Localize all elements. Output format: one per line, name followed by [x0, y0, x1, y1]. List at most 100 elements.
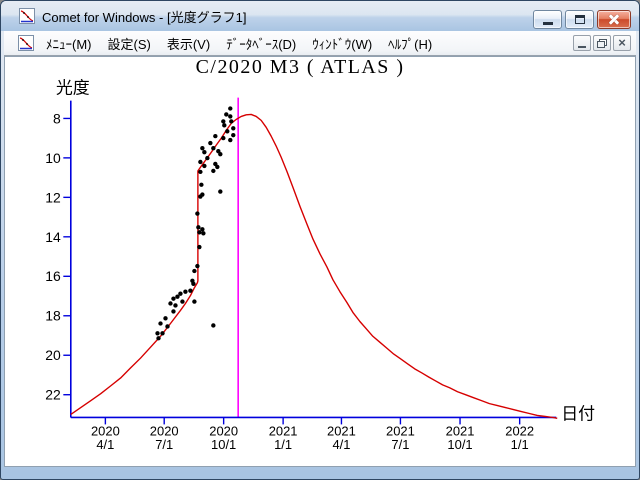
y-tick-label: 22 — [45, 387, 61, 403]
observation-point — [231, 126, 236, 131]
observation-point — [195, 211, 200, 216]
observation-point — [163, 316, 168, 321]
observation-point — [211, 168, 216, 174]
mdi-buttons: × — [573, 35, 631, 51]
observation-point — [197, 244, 202, 250]
window-title: Comet for Windows - [光度グラフ1] — [42, 9, 247, 25]
maximize-button[interactable] — [565, 10, 594, 29]
observation-point — [196, 225, 201, 230]
observation-point — [221, 135, 226, 141]
x-axis-name: 日付 — [561, 405, 595, 424]
observation-point — [205, 155, 210, 161]
mdi-minimize-icon — [578, 46, 586, 48]
observation-point — [225, 129, 230, 134]
observation-point — [173, 303, 178, 308]
model-light-curve — [70, 113, 558, 420]
x-tick-label-year: 2020 — [209, 423, 238, 438]
mdi-minimize-button[interactable] — [573, 35, 591, 51]
observation-point — [218, 151, 223, 157]
app-window: Comet for Windows - [光度グラフ1] ﾒﾆｭｰ(M) 設定(S… — [0, 0, 640, 480]
menu-item-settings[interactable]: 設定(S) — [100, 31, 159, 56]
menu-bar: ﾒﾆｭｰ(M) 設定(S) 表示(V) ﾃﾞｰﾀﾍﾞｰｽ(D) ｳｨﾝﾄﾞｳ(W) ﾍﾙﾌ… — [4, 31, 636, 56]
menu-item-help[interactable]: ﾍﾙﾌﾟ(H) — [380, 31, 440, 56]
observation-point — [188, 288, 193, 293]
observation-point — [165, 324, 170, 329]
chart-client-area: 8 10 12 14 16 18 20 22 2020 4/1 2020 7/1 2020 10/1 202… — [4, 56, 636, 467]
x-tick-label-year: 2021 — [327, 423, 356, 438]
y-tick-label: 16 — [45, 268, 61, 284]
observation-point — [228, 114, 233, 119]
x-tick-label-year: 2020 — [91, 423, 120, 438]
observation-point — [195, 263, 200, 269]
observation-point — [208, 140, 213, 146]
observation-point — [200, 146, 205, 151]
observation-point — [171, 309, 176, 314]
observation-point — [198, 169, 203, 175]
observation-point — [171, 296, 176, 301]
observation-point — [155, 331, 160, 336]
x-tick-label-date: 7/1 — [155, 437, 173, 452]
observation-point — [228, 106, 233, 111]
close-button[interactable] — [597, 10, 631, 29]
observation-point — [158, 321, 163, 326]
x-tick-label-date: 1/1 — [511, 437, 529, 452]
minimize-button[interactable] — [533, 10, 562, 29]
maximize-icon — [574, 15, 585, 24]
menu-item-view[interactable]: 表示(V) — [159, 31, 218, 56]
y-axis-name: 光度 — [56, 79, 90, 98]
observation-point — [156, 336, 161, 341]
chart-title: C/2020 M3 ( ATLAS ) — [196, 57, 405, 78]
x-tick-label-year: 2021 — [446, 423, 475, 438]
observation-point — [168, 301, 173, 306]
x-tick-label-year: 2020 — [150, 423, 179, 438]
mdi-close-icon: × — [618, 35, 626, 50]
observation-point — [228, 137, 233, 143]
observation-point — [180, 299, 185, 304]
y-tick-label: 18 — [45, 308, 61, 324]
mdi-restore-button[interactable] — [593, 35, 611, 51]
menu-item-menu[interactable]: ﾒﾆｭｰ(M) — [38, 31, 100, 56]
minimize-icon — [542, 21, 553, 25]
observation-point — [183, 289, 188, 294]
observation-point — [197, 230, 202, 235]
y-tick-label: 20 — [45, 347, 61, 363]
observation-point — [224, 112, 229, 117]
observation-point — [218, 189, 223, 194]
x-tick-label-date: 10/1 — [447, 437, 472, 452]
x-tick-label-date: 4/1 — [332, 437, 350, 452]
title-bar[interactable]: Comet for Windows - [光度グラフ1] — [1, 1, 639, 31]
close-icon — [607, 14, 621, 25]
observation-point — [229, 119, 234, 124]
observation-point — [160, 331, 165, 336]
x-tick-label-year: 2021 — [386, 423, 415, 438]
observation-point — [199, 182, 204, 187]
observation-point — [192, 299, 197, 304]
observation-point — [215, 164, 220, 170]
mdi-child-icon[interactable] — [18, 35, 34, 51]
y-tick-label: 10 — [45, 150, 61, 166]
observation-point — [202, 163, 207, 169]
observation-point — [198, 194, 203, 199]
mdi-restore-icon — [597, 38, 607, 48]
y-tick-label: 14 — [45, 229, 61, 245]
light-curve-chart: 81012141618202220204/120207/1202010/1202… — [45, 57, 595, 452]
observation-point — [221, 119, 226, 124]
menu-item-window[interactable]: ｳｨﾝﾄﾞｳ(W) — [304, 31, 380, 56]
menu-item-database[interactable]: ﾃﾞｰﾀﾍﾞｰｽ(D) — [218, 31, 304, 56]
x-tick-label-date: 7/1 — [391, 437, 409, 452]
x-tick-label-date: 10/1 — [211, 437, 236, 452]
x-tick-label-date: 1/1 — [274, 437, 292, 452]
x-tick-label-year: 2021 — [269, 423, 298, 438]
observation-point — [192, 268, 197, 274]
menu-items: ﾒﾆｭｰ(M) 設定(S) 表示(V) ﾃﾞｰﾀﾍﾞｰｽ(D) ｳｨﾝﾄﾞｳ(W) ﾍﾙﾌ… — [38, 31, 440, 56]
observation-point — [231, 132, 236, 138]
y-tick-label: 12 — [45, 189, 61, 205]
mdi-close-button[interactable]: × — [613, 35, 631, 51]
x-tick-label-date: 4/1 — [96, 437, 114, 452]
observation-point — [222, 123, 227, 128]
observation-point — [198, 159, 203, 165]
app-icon — [19, 8, 35, 24]
y-tick-label: 8 — [53, 110, 61, 126]
observation-point — [175, 294, 180, 299]
observation-point — [202, 149, 207, 155]
